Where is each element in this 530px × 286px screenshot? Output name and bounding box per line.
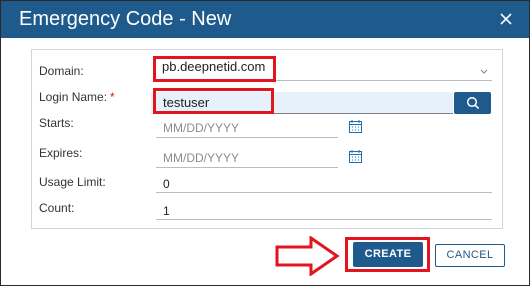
expires-underline	[156, 167, 338, 168]
usage-limit-input[interactable]: 0	[163, 177, 170, 191]
starts-input[interactable]: MM/DD/YYYY	[163, 121, 239, 135]
count-label: Count:	[39, 201, 75, 215]
chevron-down-icon[interactable]	[479, 64, 489, 74]
calendar-icon[interactable]	[349, 120, 362, 133]
count-underline	[156, 219, 492, 220]
calendar-icon[interactable]	[349, 150, 362, 163]
dialog-titlebar: Emergency Code - New	[1, 1, 529, 38]
required-marker: *	[110, 90, 115, 104]
count-input[interactable]: 1	[163, 204, 170, 218]
usage-limit-label: Usage Limit:	[39, 175, 106, 189]
expires-input[interactable]: MM/DD/YYYY	[163, 151, 239, 165]
dialog-title: Emergency Code - New	[19, 8, 232, 30]
right-arrow-icon	[275, 236, 340, 276]
starts-label: Starts:	[39, 116, 74, 130]
login-name-label: Login Name: *	[39, 90, 115, 104]
cancel-button[interactable]: CANCEL	[435, 244, 505, 267]
domain-label: Domain:	[39, 64, 84, 78]
domain-underline	[156, 80, 492, 81]
form-panel: Domain: pb.deepnetid.com Login Name: * te…	[31, 49, 503, 229]
usage-limit-underline	[156, 192, 492, 193]
close-icon[interactable]	[500, 13, 512, 25]
login-name-underline	[156, 113, 453, 114]
search-icon	[466, 96, 480, 110]
login-name-input[interactable]: testuser	[163, 95, 209, 110]
domain-value: pb.deepnetid.com	[162, 59, 266, 74]
starts-underline	[156, 137, 338, 138]
create-button[interactable]: CREATE	[353, 242, 423, 267]
expires-label: Expires:	[39, 146, 83, 160]
search-button[interactable]	[454, 92, 491, 114]
emergency-code-dialog: Emergency Code - New Domain: pb.deepneti…	[0, 0, 530, 286]
